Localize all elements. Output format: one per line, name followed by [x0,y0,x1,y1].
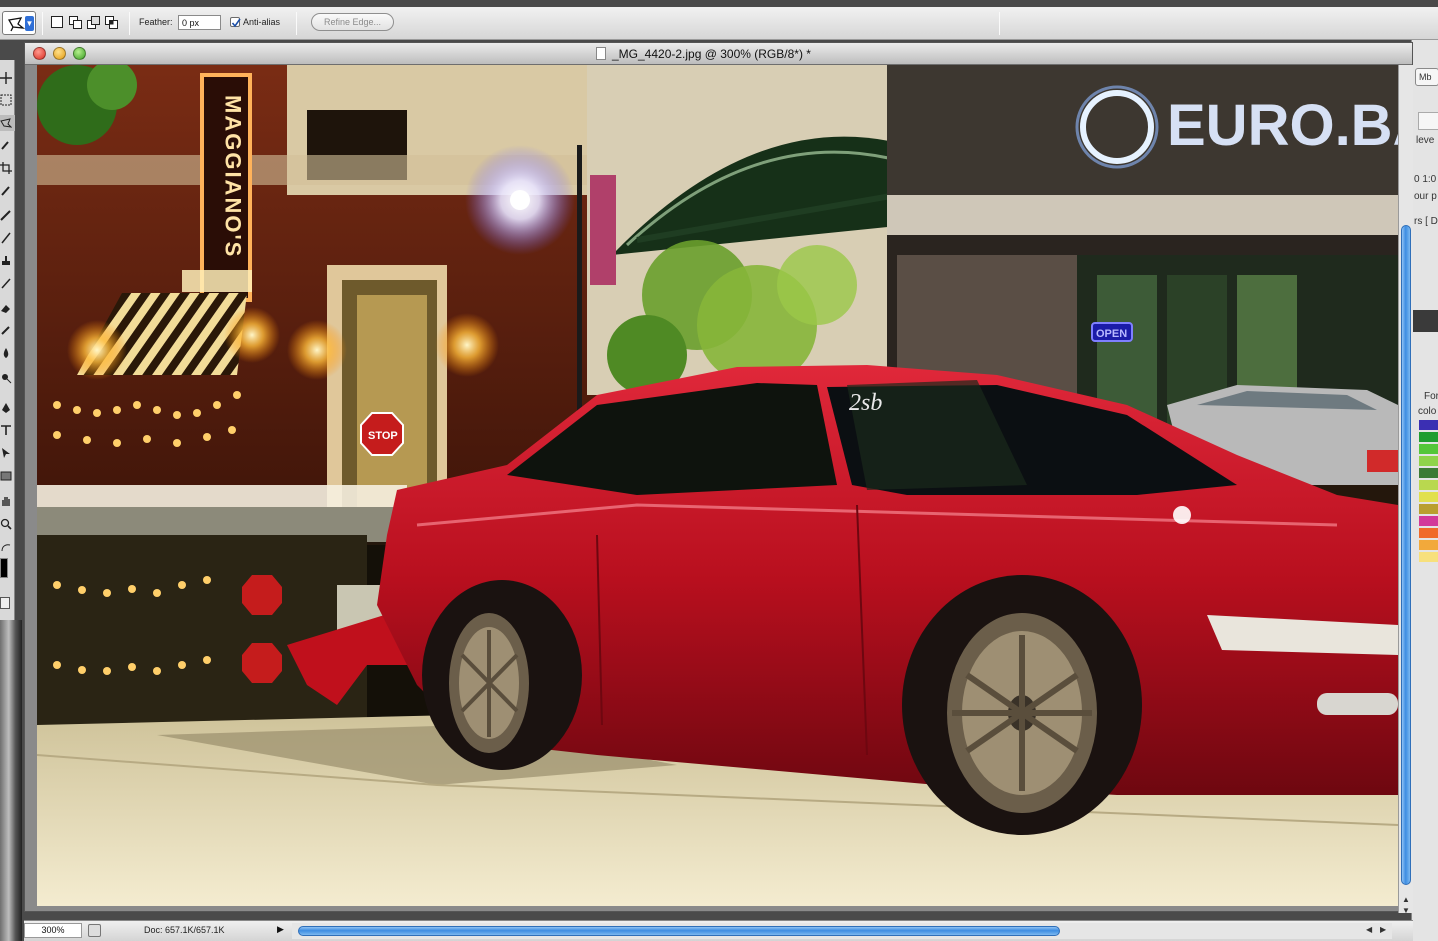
panel-tab-label: Mb [1419,72,1432,82]
panel-text: our p [1414,191,1437,202]
document-titlebar[interactable]: _MG_4420-2.jpg @ 300% (RGB/8*) * [25,43,1412,65]
crop-tool-icon[interactable] [0,160,15,176]
color-swatch[interactable] [1419,504,1438,514]
photoshop-app: ▼ Feather: Anti-alias Refine Edge... [0,0,1438,941]
healing-brush-tool-icon[interactable] [0,207,15,223]
color-swatch[interactable] [1419,420,1438,430]
subtract-from-selection-icon[interactable] [86,15,100,29]
quick-mask-icon[interactable] [0,597,10,609]
tool-preset-picker[interactable]: ▼ [2,11,36,35]
scroll-right-icon[interactable]: ▶ [1380,925,1386,934]
feather-input[interactable] [178,15,221,30]
foreground-color-swatch[interactable] [0,558,8,578]
feather-label: Feather: [139,17,173,27]
path-selection-tool-icon[interactable] [0,445,15,461]
document-size: Doc: 657.1K/657.1K [144,925,225,935]
maggianos-sign-text: MAGGIANO'S [221,95,246,258]
euro-sign-text: EURO.BA [1167,93,1398,158]
open-sign-text: OPEN [1096,328,1127,340]
type-tool-icon[interactable] [0,422,15,438]
document-icon [596,47,606,60]
shape-tool-icon[interactable] [0,468,15,484]
divider [129,12,130,35]
divider [42,12,43,35]
zoom-level-field[interactable]: 300% [24,923,82,938]
chevron-down-icon: ▼ [25,16,34,31]
options-bar: ▼ Feather: Anti-alias Refine Edge... [0,7,1438,40]
desktop-background [0,620,22,941]
color-swatch[interactable] [1419,540,1438,550]
status-menu-arrow-icon[interactable]: ▶ [277,924,284,935]
image-canvas[interactable]: EURO.BA MAGGIANO'S [37,65,1398,906]
gradient-tool-icon[interactable] [0,322,15,338]
vertical-scroll-thumb[interactable] [1401,225,1411,885]
clone-stamp-tool-icon[interactable] [0,253,15,269]
antialias-label: Anti-alias [243,17,281,27]
scroll-left-icon[interactable]: ◀ [1366,925,1372,934]
document-title: _MG_4420-2.jpg @ 300% (RGB/8*) * [612,47,811,61]
intersect-selection-icon[interactable] [104,15,118,29]
eraser-tool-icon[interactable] [0,300,15,316]
history-brush-tool-icon[interactable] [0,275,15,291]
swap-colors-icon[interactable] [0,540,15,556]
vertical-scrollbar[interactable]: ▲ ▼ [1398,65,1413,915]
color-swatch[interactable] [1419,516,1438,526]
panel-text: rs [ D [1414,216,1438,227]
refine-edge-button[interactable]: Refine Edge... [311,13,394,31]
photo-image: EURO.BA MAGGIANO'S [37,65,1398,906]
horizontal-scroll-thumb[interactable] [298,926,1060,936]
panel-tab[interactable]: Mb [1415,68,1438,86]
scroll-down-icon[interactable]: ▼ [1402,906,1410,915]
marquee-tool-icon[interactable] [0,92,15,108]
divider [296,12,297,35]
antialias-checkbox[interactable] [230,17,241,28]
panel-text: 0 1:0 [1414,174,1437,185]
hand-tool-icon[interactable] [0,493,15,509]
panel-button[interactable] [1418,112,1438,130]
color-swatch[interactable] [1419,552,1438,562]
quick-selection-tool-icon[interactable] [0,137,15,153]
document-window: _MG_4420-2.jpg @ 300% (RGB/8*) * EURO.B … [24,42,1413,915]
move-tool-icon[interactable] [0,70,15,86]
scroll-up-icon[interactable]: ▲ [1402,895,1410,904]
new-selection-icon[interactable] [50,15,64,29]
color-swatch[interactable] [1419,468,1438,478]
right-panel: Mb leve 0 1:0 our p rs [ D For colo [1411,40,1438,941]
add-to-selection-icon[interactable] [68,15,82,29]
color-swatch[interactable] [1419,480,1438,490]
stop-sign-text: STOP [368,430,398,442]
lasso-tool-icon[interactable] [0,115,15,131]
toolbox [0,60,15,620]
horizontal-scrollbar[interactable]: ◀ ▶ [292,923,1392,939]
checkmark-icon [231,18,241,28]
color-swatch[interactable] [1419,456,1438,466]
brush-tool-icon[interactable] [0,230,15,246]
color-swatch[interactable] [1419,444,1438,454]
panel-text: For [1424,391,1438,402]
color-swatch[interactable] [1419,528,1438,538]
status-bar: 300% Doc: 657.1K/657.1K ▶ ◀ ▶ [24,920,1413,941]
zoom-icon[interactable] [73,47,86,60]
pen-tool-icon[interactable] [0,400,15,416]
color-swatch[interactable] [1419,432,1438,442]
panel-divider [1412,310,1438,332]
minimize-icon[interactable] [53,47,66,60]
divider [999,12,1000,35]
blur-tool-icon[interactable] [0,345,15,361]
eyedropper-tool-icon[interactable] [0,182,15,198]
close-icon[interactable] [33,47,46,60]
windshield-decal-text: 2sb [849,390,882,416]
panel-text: colo [1418,406,1437,417]
panel-text: leve [1416,135,1435,146]
status-info-icon[interactable] [88,924,101,937]
zoom-tool-icon[interactable] [0,516,15,532]
dodge-tool-icon[interactable] [0,370,15,386]
color-swatch[interactable] [1419,492,1438,502]
